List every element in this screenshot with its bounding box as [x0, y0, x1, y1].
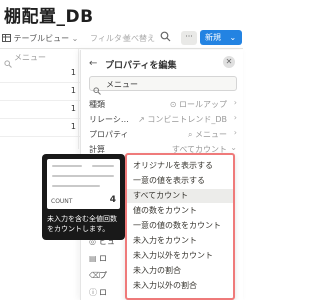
new-label: 新規 — [205, 33, 221, 42]
table-row[interactable]: 1 — [0, 119, 80, 137]
sort-button[interactable]: 並べ替え — [123, 33, 155, 44]
chevron-down-icon: ⌄ — [71, 34, 79, 43]
page-title: 棚配置_DB — [4, 7, 94, 27]
rollup-property-value: ⌕ メニュー — [187, 130, 227, 139]
chevron-down-icon: ⌄ — [230, 143, 237, 152]
table-view-icon — [2, 33, 11, 44]
relation-row[interactable]: リレーシ… ↗ コンビニトレンド_DB › — [89, 112, 237, 126]
view-toolbar: テーブルビュー ⌄ フィルター 並べ替え ··· 新規 ⌄ — [0, 30, 243, 48]
more-options-button[interactable]: ··· — [181, 31, 197, 45]
preview-line — [52, 185, 100, 187]
close-icon[interactable]: ✕ — [223, 56, 235, 68]
property-type-label: 種類 — [89, 100, 105, 109]
rollup-property-row[interactable]: プロパティ ⌕ メニュー › — [89, 127, 237, 141]
property-type-row[interactable]: 種類 ⊙ ロールアップ › — [89, 97, 237, 111]
table-row[interactable]: 1 — [0, 83, 80, 101]
relation-label: リレーシ… — [89, 115, 129, 124]
property-type-value: ⊙ ロールアップ — [169, 100, 227, 109]
property-name-input[interactable]: メニュー — [89, 76, 237, 95]
panel-option-2[interactable]: ▤ ロ — [89, 253, 107, 264]
count-value: 4 — [109, 195, 116, 205]
menu-item-count-unique-values[interactable]: 一意の値の数をカウント — [127, 219, 233, 233]
calculation-tooltip: COUNT 4 未入力を含む全値回数をカウントします。 — [42, 154, 125, 240]
rollup-icon: ⊙ — [169, 100, 179, 109]
menu-item-count-empty[interactable]: 未入力をカウント — [127, 234, 233, 248]
preview-line — [52, 175, 114, 177]
new-button[interactable]: 新規 ⌄ — [200, 30, 242, 45]
panel-option-4[interactable]: ⓘ ロ — [89, 287, 107, 298]
preview-line — [52, 165, 82, 167]
rollup-property-label: プロパティ — [89, 130, 129, 139]
menu-item-percent-empty[interactable]: 未入力の割合 — [127, 264, 233, 278]
panel-option-3[interactable]: ⌫プ — [89, 270, 107, 281]
chevron-right-icon: › — [233, 128, 237, 137]
menu-item-show-original[interactable]: オリジナルを表示する — [127, 159, 233, 173]
rollup-cell: 1 — [70, 68, 76, 77]
arrow-left-icon[interactable]: ← — [89, 58, 97, 69]
menu-item-show-unique[interactable]: 一意の値を表示する — [127, 174, 233, 188]
search-icon[interactable] — [160, 31, 172, 43]
chevron-right-icon: › — [233, 113, 237, 122]
tooltip-preview: COUNT 4 — [47, 159, 120, 209]
menu-item-count-values[interactable]: 値の数をカウント — [127, 204, 233, 218]
view-label: テーブルビュー — [13, 34, 70, 43]
relation-value: ↗ コンビニトレンド_DB — [138, 115, 227, 124]
count-label: COUNT — [51, 198, 73, 205]
table-row[interactable]: 1 — [0, 101, 80, 119]
menu-item-count-not-empty[interactable]: 未入力以外をカウント — [127, 249, 233, 263]
column-divider — [78, 49, 79, 149]
property-name-value: メニュー — [106, 80, 138, 89]
search-icon: ⌕ — [187, 130, 195, 139]
view-selector[interactable]: テーブルビュー ⌄ — [2, 33, 78, 44]
panel-title: プロパティを編集 — [105, 61, 177, 71]
chevron-down-icon: ⌄ — [229, 33, 237, 42]
table-row[interactable]: 1 — [0, 65, 80, 83]
arrow-icon: ↗ — [138, 115, 148, 124]
column-header[interactable]: メニュー — [14, 52, 46, 63]
chevron-right-icon: › — [233, 98, 237, 107]
calculation-menu: オリジナルを表示する 一意の値を表示する すべてカウント 値の数をカウント 一意… — [125, 153, 235, 300]
tooltip-description: 未入力を含む全値回数をカウントします。 — [47, 215, 117, 233]
rollup-cell: 1 — [70, 122, 76, 131]
preview-line — [92, 165, 114, 167]
rollup-cell: 1 — [70, 86, 76, 95]
document-icon: ▤ — [89, 254, 97, 263]
menu-item-count-all[interactable]: すべてカウント — [127, 189, 233, 203]
trash-icon: ⌫ — [89, 271, 101, 280]
toolbar-divider — [0, 48, 243, 49]
menu-item-percent-not-empty[interactable]: 未入力以外の割合 — [127, 279, 233, 293]
rollup-cell: 1 — [70, 104, 76, 113]
info-icon: ⓘ — [89, 288, 97, 297]
